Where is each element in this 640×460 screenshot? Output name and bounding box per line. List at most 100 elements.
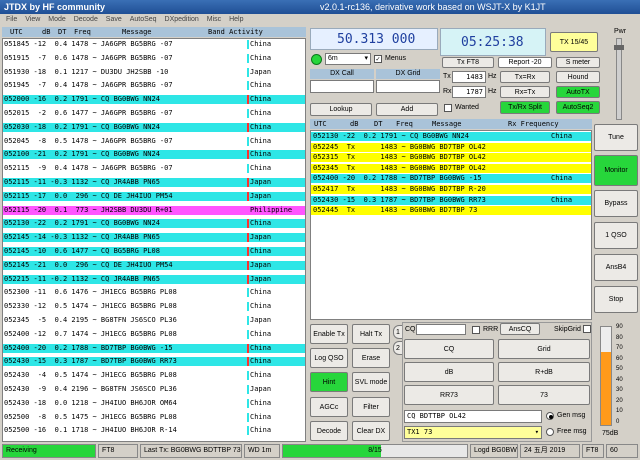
cq-field-input[interactable] bbox=[416, 324, 466, 335]
menu-view[interactable]: View bbox=[25, 14, 40, 26]
lookup-button[interactable]: Lookup bbox=[310, 103, 372, 116]
table-row[interactable]: 052245 Tx 1483 ~ BG0BWG BD7TBP OL42 bbox=[311, 142, 591, 152]
table-row[interactable]: 052500 -16 0.1 1718 ~ JH4IUO BH6JOR R-14… bbox=[3, 426, 305, 436]
table-row[interactable]: 052430 -9 0.4 2196 ~ BG8TFN JS6SCO PL36 J… bbox=[3, 385, 305, 394]
rrr-checkbox[interactable] bbox=[472, 326, 480, 334]
hint-button[interactable]: Hint bbox=[310, 372, 348, 392]
menu-help[interactable]: Help bbox=[229, 14, 243, 26]
wanted-checkbox[interactable] bbox=[444, 104, 452, 112]
table-row[interactable]: 052445 Tx 1483 ~ BG0BWG BD7TBP 73 bbox=[311, 206, 591, 216]
pwr-slider-handle[interactable] bbox=[614, 45, 624, 50]
table-row[interactable]: 052500 -8 0.5 1475 ~ JH1ECG BG5BRG PL08 C… bbox=[3, 412, 305, 422]
erase-button[interactable]: Erase bbox=[352, 348, 390, 368]
table-row[interactable]: 052400 -12 0.7 1474 ~ JH1ECG BG5BRG PL08… bbox=[3, 329, 305, 339]
add-button[interactable]: Add bbox=[376, 103, 438, 116]
table-row[interactable]: 052315 Tx 1483 ~ BG0BWG BD7TBP OL42 bbox=[311, 153, 591, 163]
log-qso-button[interactable]: Log QSO bbox=[310, 348, 348, 368]
table-row[interactable]: 052015 -2 0.6 1477 ~ JA6GPR BG5BRG -07 Ch… bbox=[3, 109, 305, 118]
rx-frequency-list[interactable]: 052130 -22 0.2 1791 ~ CQ BG0BWG NN24 Chin… bbox=[310, 130, 592, 320]
smeter-button[interactable]: S meter bbox=[556, 57, 600, 68]
menu-autoseq[interactable]: AutoSeq bbox=[130, 14, 157, 26]
filter-button[interactable]: Filter bbox=[352, 397, 390, 417]
table-row[interactable]: 051945 -7 0.4 1478 ~ JA6GPR BG5BRG -07 Ch… bbox=[3, 81, 305, 91]
monitor-button[interactable]: Monitor bbox=[594, 155, 638, 186]
clear-dx-button[interactable]: Clear DX bbox=[352, 421, 390, 441]
rdb-button[interactable]: R+dB bbox=[498, 362, 590, 382]
seventy-three-button[interactable]: 73 bbox=[498, 385, 590, 405]
free-message-select[interactable]: TX1 73 ▾ bbox=[404, 426, 542, 439]
mode-select[interactable]: Tx FT8 bbox=[442, 57, 494, 68]
cq-button[interactable]: CQ bbox=[404, 339, 494, 359]
rx-hz-input[interactable]: 1787 bbox=[452, 86, 486, 98]
table-row[interactable]: 052030 -18 0.2 1791 ~ CQ BG0BWG NN24 Chin… bbox=[3, 122, 305, 132]
dx-call-input[interactable] bbox=[310, 80, 374, 93]
table-row[interactable]: 052115 -17 0.0 296 ~ CQ DE JH4IUO PM54 Ja… bbox=[3, 191, 305, 201]
one-qso-button[interactable]: 1 QSO bbox=[594, 222, 638, 249]
table-row[interactable]: 051930 -18 0.1 1217 ~ DU3DU JH2SBB -10 Ja… bbox=[3, 67, 305, 77]
table-row[interactable]: 052115 -11 -0.3 1132 ~ CQ JR4ABB PN65 Jap… bbox=[3, 178, 305, 187]
autoseq-button[interactable]: AutoSeq2 bbox=[556, 101, 600, 114]
table-row[interactable]: 052417 Tx 1483 ~ BG0BWG BD7TBP R-20 bbox=[311, 185, 591, 194]
table-row[interactable]: 052400 -20 0.2 1788 ~ BD7TBP BG0BWG -15 C… bbox=[311, 174, 591, 184]
svl-mode-button[interactable]: SVL mode bbox=[352, 372, 390, 392]
free-msg-radio[interactable] bbox=[546, 428, 554, 436]
table-row[interactable]: 052100 -21 0.2 1791 ~ CQ BG0BWG NN24 Chin… bbox=[3, 150, 305, 160]
table-row[interactable]: 051915 -7 0.6 1478 ~ JA6GPR BG5BRG -07 Ch… bbox=[3, 53, 305, 63]
table-row[interactable]: 052145 -10 0.6 1477 ~ CQ BG5BRG PL08 Chin… bbox=[3, 247, 305, 256]
table-row[interactable]: 052430 -18 0.0 1218 ~ JH4IUO BH6JOR OM64… bbox=[3, 398, 305, 408]
tune-button[interactable]: Tune bbox=[594, 124, 638, 151]
skipgrid-checkbox[interactable] bbox=[583, 325, 591, 333]
tx-hz-input[interactable]: 1483 bbox=[452, 71, 486, 83]
enable-tx-button[interactable]: Enable Tx bbox=[310, 324, 348, 344]
halt-tx-button[interactable]: Halt Tx bbox=[352, 324, 390, 344]
anscq-button[interactable]: AnsCQ bbox=[500, 323, 540, 335]
rrr-label: RRR bbox=[483, 326, 499, 333]
rx-eq-tx-button[interactable]: Rx=Tx bbox=[500, 86, 550, 98]
dx-grid-input[interactable] bbox=[376, 80, 440, 93]
table-row[interactable]: 052130 -22 0.2 1791 ~ CQ BG0BWG NN24 Chin… bbox=[3, 219, 305, 229]
signal-meter-value: 75dB bbox=[602, 430, 619, 437]
rr73-button[interactable]: RR73 bbox=[404, 385, 494, 405]
table-row[interactable]: 052430 -15 0.3 1787 ~ BD7TBP BG0BWG RR73… bbox=[311, 195, 591, 205]
table-row[interactable]: 052045 -8 0.5 1478 ~ JA6GPR BG5BRG -07 Ch… bbox=[3, 136, 305, 146]
db-button[interactable]: dB bbox=[404, 362, 494, 382]
menus-checkbox[interactable]: ✓ bbox=[374, 55, 382, 63]
menu-dxpedition[interactable]: DXpedition bbox=[165, 14, 199, 26]
table-row[interactable]: 052145 -21 0.0 296 ~ CQ DE JH4IUO PM54 Ja… bbox=[3, 260, 305, 270]
agcc-button[interactable]: AGCc bbox=[310, 397, 348, 417]
tx-eq-rx-button[interactable]: Tx=Rx bbox=[500, 71, 550, 83]
split-button[interactable]: Tx/Rx Split bbox=[500, 101, 550, 114]
hound-button[interactable]: Hound bbox=[556, 71, 600, 83]
table-row[interactable]: 052115 -20 0.1 773 ~ JH2SBB DU3DU R+01 Ph… bbox=[3, 205, 305, 215]
table-row[interactable]: 052430 -15 0.3 1787 ~ BD7TBP BG0BWG RR73… bbox=[3, 357, 305, 367]
menu-misc[interactable]: Misc bbox=[207, 14, 221, 26]
table-row[interactable]: 052345 -5 0.4 2195 ~ BG8TFN JS6SCO PL36 J… bbox=[3, 316, 305, 325]
ansb4-button[interactable]: AnsB4 bbox=[594, 254, 638, 281]
decode-button[interactable]: Decode bbox=[310, 421, 348, 441]
menu-mode[interactable]: Mode bbox=[48, 14, 66, 26]
table-row[interactable]: 052000 -16 0.2 1791 ~ CQ BG0BWG NN24 Chin… bbox=[3, 95, 305, 105]
autotx-button[interactable]: AutoTX bbox=[556, 86, 600, 98]
grid-button[interactable]: Grid bbox=[498, 339, 590, 359]
bypass-button[interactable]: Bypass bbox=[594, 190, 638, 217]
menu-decode[interactable]: Decode bbox=[74, 14, 98, 26]
generated-message-input[interactable]: CQ BDTTBP OL42 bbox=[404, 410, 542, 423]
band-select[interactable]: 6m ▾ bbox=[325, 53, 371, 65]
gen-msg-radio[interactable] bbox=[546, 412, 554, 420]
menu-save[interactable]: Save bbox=[106, 14, 122, 26]
table-row[interactable]: 052400 -20 0.2 1788 ~ BD7TBP BG0BWG -15 C… bbox=[3, 343, 305, 353]
table-row[interactable]: 052215 -11 -0.2 1132 ~ CQ JR4ABB PN65 Jap… bbox=[3, 274, 305, 284]
pwr-slider[interactable] bbox=[614, 38, 624, 120]
table-row[interactable]: 052115 -9 0.4 1478 ~ JA6GPR BG5BRG -07 Ch… bbox=[3, 164, 305, 174]
table-row[interactable]: 052300 -11 0.6 1476 ~ JH1ECG BG5BRG PL08… bbox=[3, 288, 305, 298]
stop-button[interactable]: Stop bbox=[594, 286, 638, 313]
table-row[interactable]: 052130 -22 0.2 1791 ~ CQ BG0BWG NN24 Chin… bbox=[311, 132, 591, 141]
table-row[interactable]: 052430 -4 0.5 1474 ~ JH1ECG BG5BRG PL08 C… bbox=[3, 371, 305, 381]
table-row[interactable]: 052345 Tx 1483 ~ BG0BWG BD7TBP OL42 bbox=[311, 163, 591, 173]
report-spinner[interactable]: Report -20 bbox=[498, 57, 552, 68]
menu-file[interactable]: File bbox=[6, 14, 17, 26]
table-row[interactable]: 052330 -12 0.5 1474 ~ JH1ECG BG5BRG PL08… bbox=[3, 302, 305, 312]
table-row[interactable]: 052145 -14 -0.3 1132 ~ CQ JR4ABB PN65 Jap… bbox=[3, 233, 305, 243]
band-activity-list[interactable]: 051845 -12 0.4 1478 ~ JA6GPR BG5BRG -07 C… bbox=[2, 38, 306, 442]
table-row[interactable]: 051845 -12 0.4 1478 ~ JA6GPR BG5BRG -07 C… bbox=[3, 40, 305, 49]
